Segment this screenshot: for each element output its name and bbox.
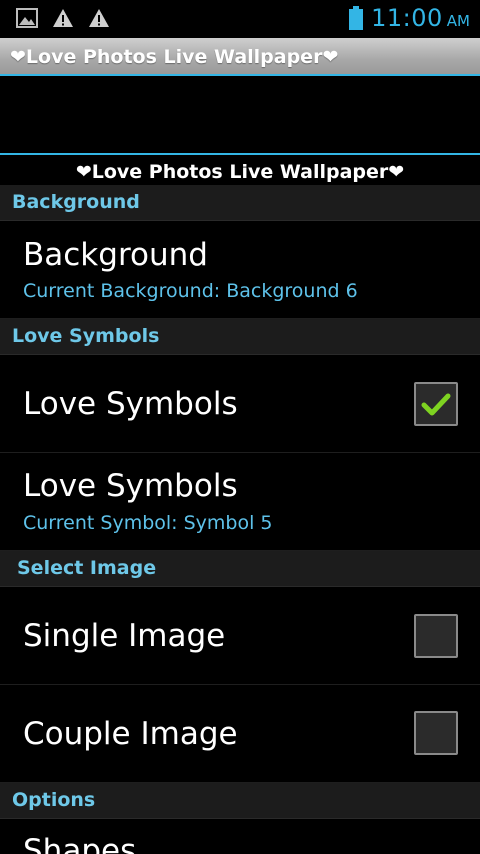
category-background: Background <box>0 185 480 221</box>
category-select-image: Select Image <box>0 551 480 587</box>
warning-icon <box>89 9 109 27</box>
pref-title: Background <box>23 237 208 273</box>
category-love-symbols: Love Symbols <box>0 319 480 355</box>
pref-title: Love Symbols <box>23 468 238 504</box>
pref-love-symbols-select[interactable]: Love Symbols Current Symbol: Symbol 5 <box>0 453 480 551</box>
pref-background[interactable]: Background Current Background: Backgroun… <box>0 221 480 319</box>
image-icon <box>16 8 38 28</box>
pref-summary: Current Symbol: Symbol 5 <box>23 512 273 534</box>
preference-screen-title: ❤Love Photos Live Wallpaper❤ <box>75 161 405 183</box>
app-title-bar: ❤Love Photos Live Wallpaper❤ <box>0 38 480 76</box>
pref-shapes[interactable]: Shapes <box>0 819 480 854</box>
category-label: Options <box>12 789 96 811</box>
app-title: ❤Love Photos Live Wallpaper❤ <box>10 46 339 68</box>
pref-summary: Current Background: Background 6 <box>23 280 358 302</box>
checkbox-checked[interactable] <box>414 382 458 426</box>
pref-title: Shapes <box>23 833 137 854</box>
pref-couple-image[interactable]: Couple Image <box>0 685 480 783</box>
battery-icon <box>349 6 364 30</box>
pref-love-symbols-toggle[interactable]: Love Symbols <box>0 355 480 453</box>
checkmark-icon <box>421 393 451 416</box>
clock-ampm: AM <box>446 12 470 30</box>
clock-time: 11:00 <box>371 4 443 32</box>
status-bar: 11:00 AM <box>0 0 480 38</box>
category-label: Love Symbols <box>12 325 160 347</box>
pref-title: Couple Image <box>23 716 238 752</box>
pref-title: Single Image <box>23 618 226 654</box>
pref-single-image[interactable]: Single Image <box>0 587 480 685</box>
clock: 11:00 AM <box>371 4 470 32</box>
category-options: Options <box>0 783 480 819</box>
category-label: Select Image <box>17 557 157 579</box>
warning-icon <box>53 9 73 27</box>
notification-icons <box>16 8 110 28</box>
empty-region <box>0 76 480 155</box>
checkbox-unchecked[interactable] <box>414 614 458 658</box>
checkbox-unchecked[interactable] <box>414 711 458 755</box>
status-right: 11:00 AM <box>349 4 470 32</box>
pref-title: Love Symbols <box>23 386 238 422</box>
category-label: Background <box>12 191 140 213</box>
